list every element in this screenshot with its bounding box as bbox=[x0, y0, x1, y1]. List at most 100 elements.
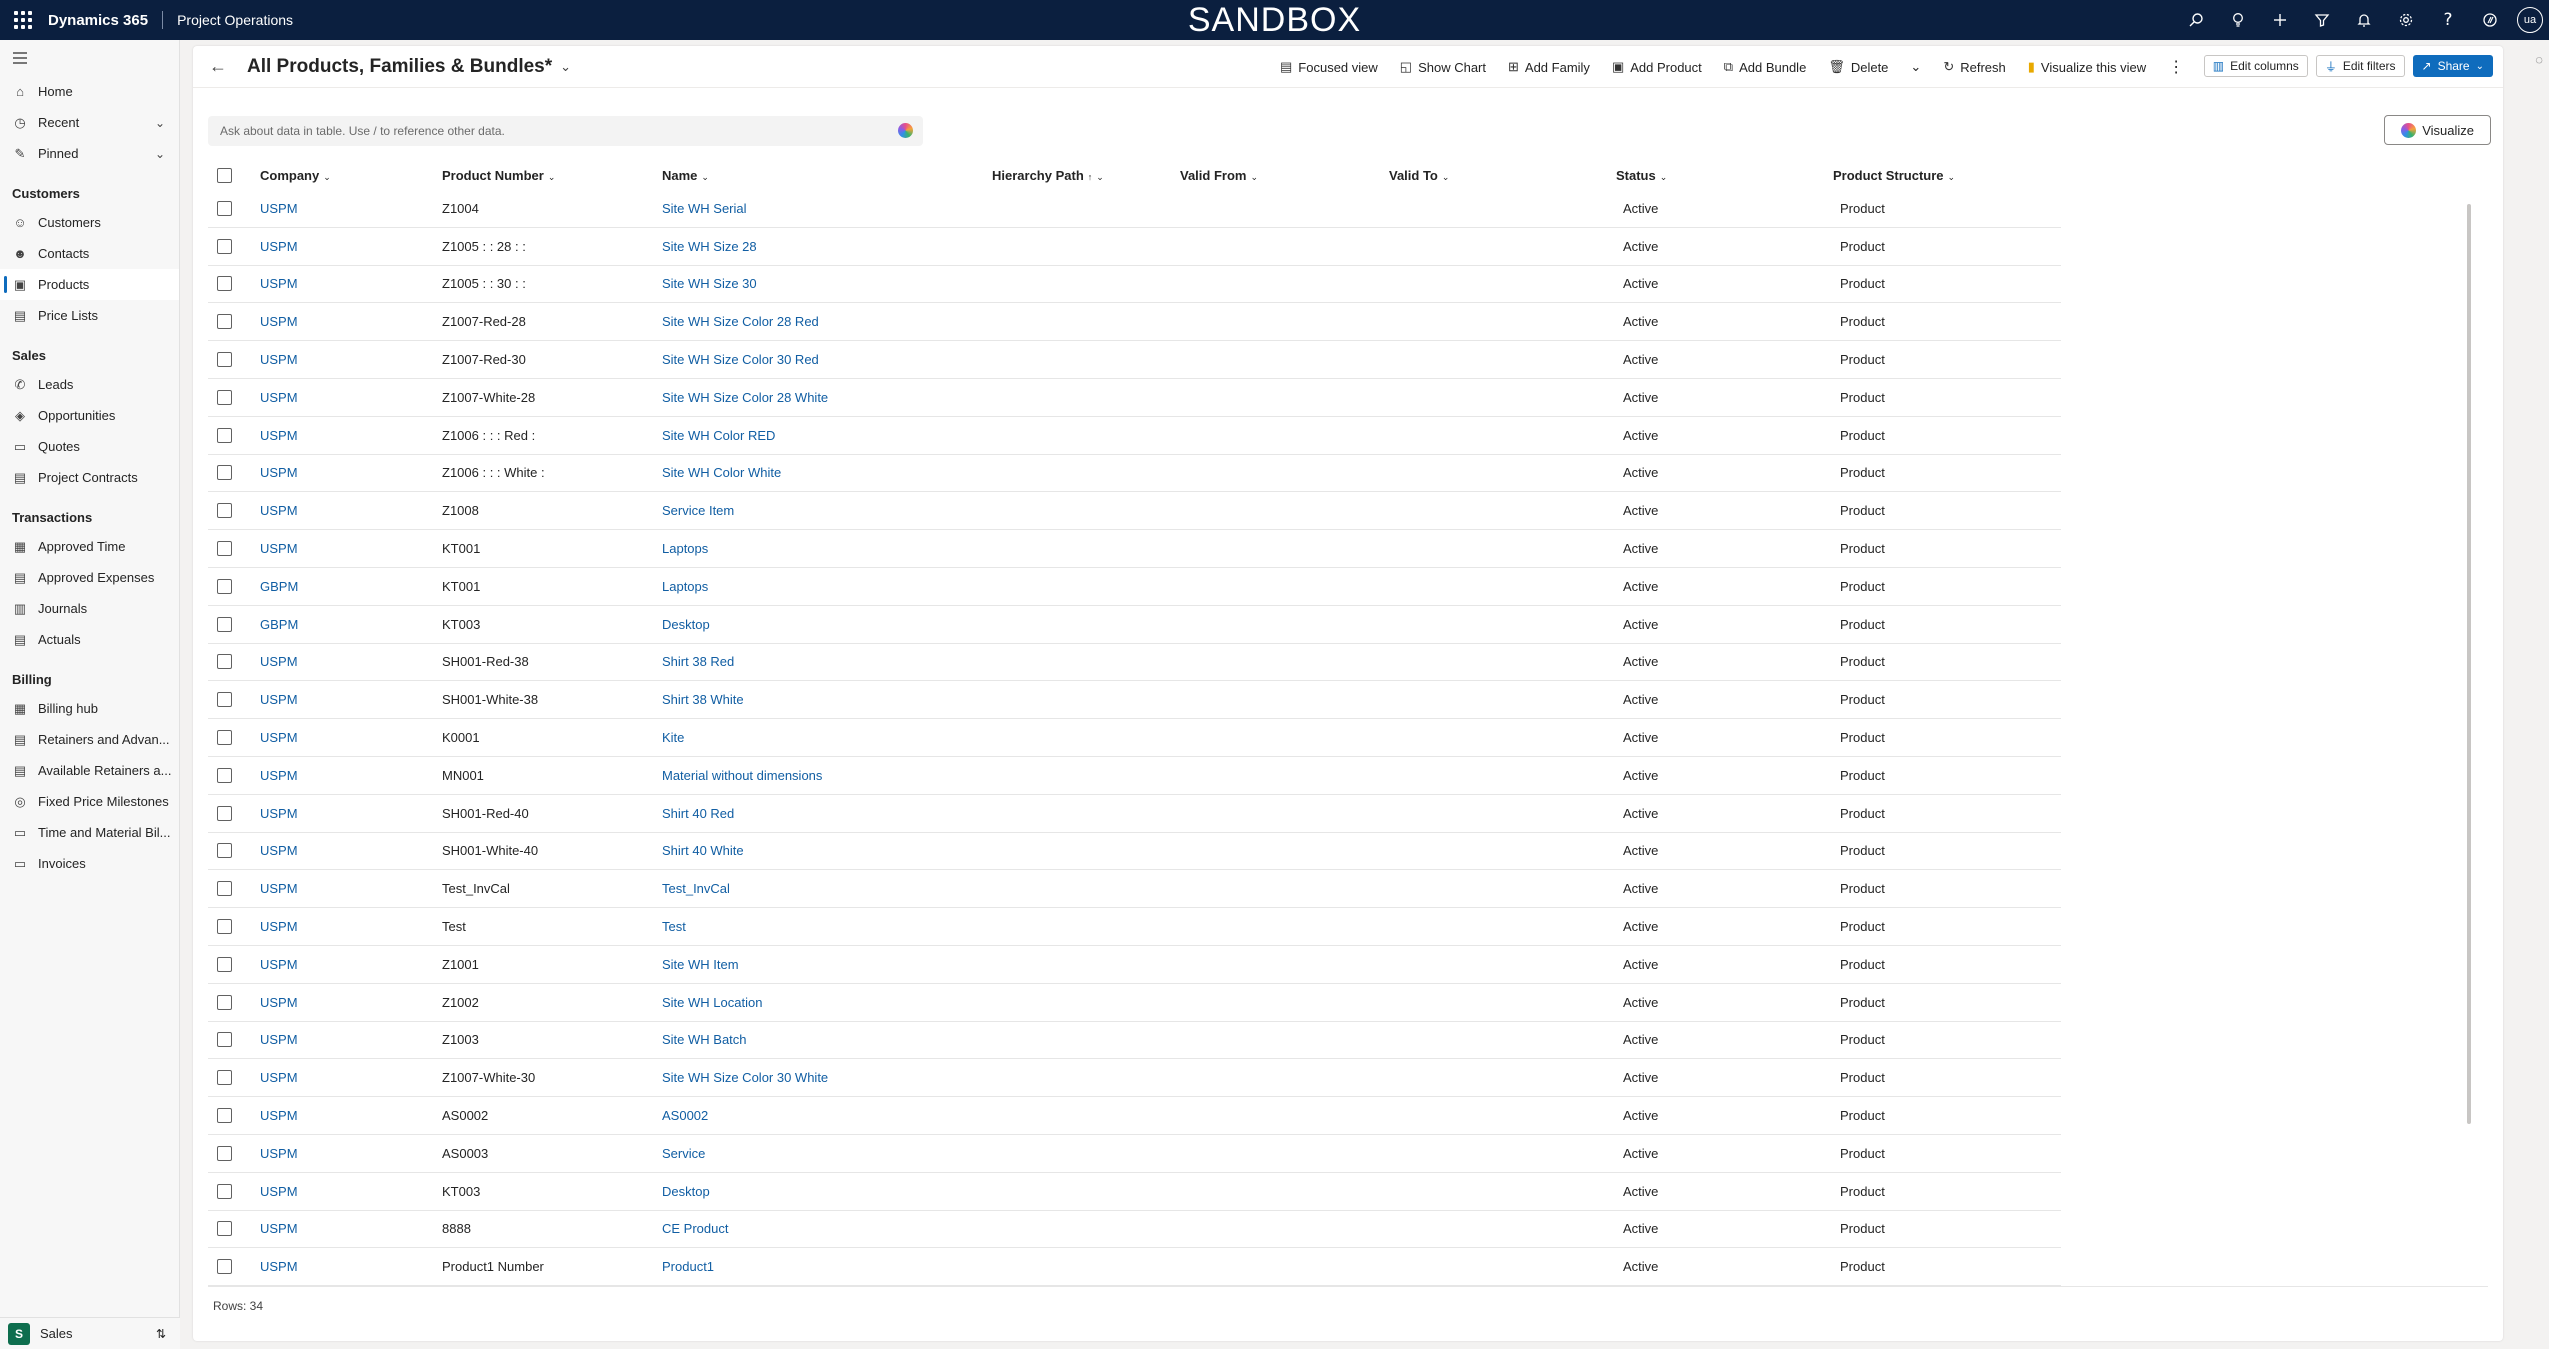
company-link[interactable]: USPM bbox=[260, 1108, 298, 1123]
table-row[interactable]: USPM Z1001 Site WH Item Active Product bbox=[208, 946, 2061, 984]
company-link[interactable]: USPM bbox=[260, 390, 298, 405]
product-name-link[interactable]: Site WH Size Color 30 Red bbox=[662, 352, 819, 367]
table-row[interactable]: USPM Z1004 Site WH Serial Active Product bbox=[208, 190, 2061, 228]
company-link[interactable]: USPM bbox=[260, 806, 298, 821]
row-checkbox[interactable] bbox=[217, 238, 232, 254]
table-row[interactable]: USPM Z1002 Site WH Location Active Product bbox=[208, 984, 2061, 1022]
product-name-link[interactable]: Shirt 40 Red bbox=[662, 806, 734, 821]
table-row[interactable]: USPM SH001-Red-38 Shirt 38 Red Active Produc… bbox=[208, 644, 2061, 682]
company-link[interactable]: USPM bbox=[260, 881, 298, 896]
edit-columns-button[interactable]: ▥ Edit columns bbox=[2203, 55, 2308, 77]
product-name-link[interactable]: Shirt 40 White bbox=[662, 843, 744, 858]
table-row[interactable]: USPM Z1006 : : : White : Site WH Color Whi… bbox=[208, 455, 2061, 493]
column-header-product-structure[interactable]: Product Structure ⌄ bbox=[1833, 168, 1955, 183]
bell-icon[interactable] bbox=[2343, 0, 2385, 40]
row-checkbox[interactable] bbox=[217, 1221, 232, 1237]
product-name-link[interactable]: Shirt 38 White bbox=[662, 692, 744, 707]
row-checkbox[interactable] bbox=[217, 352, 232, 368]
add-bundle-button[interactable]: ⧉ Add Bundle bbox=[1724, 59, 1807, 75]
add-family-button[interactable]: ⊞ Add Family bbox=[1508, 59, 1590, 75]
row-checkbox[interactable] bbox=[217, 465, 232, 481]
more-commands-icon[interactable]: ⋮ bbox=[2168, 57, 2184, 77]
row-checkbox[interactable] bbox=[217, 881, 232, 897]
select-all-checkbox[interactable] bbox=[217, 167, 232, 183]
table-row[interactable]: USPM Z1003 Site WH Batch Active Product bbox=[208, 1022, 2061, 1060]
table-row[interactable]: USPM AS0002 AS0002 Active Product bbox=[208, 1097, 2061, 1135]
table-row[interactable]: USPM Z1006 : : : Red : Site WH Color RED Ac… bbox=[208, 417, 2061, 455]
row-checkbox[interactable] bbox=[217, 919, 232, 935]
table-row[interactable]: USPM SH001-Red-40 Shirt 40 Red Active Produc… bbox=[208, 795, 2061, 833]
lightbulb-icon[interactable] bbox=[2217, 0, 2259, 40]
table-row[interactable]: USPM Z1007-Red-30 Site WH Size Color 30 Re… bbox=[208, 341, 2061, 379]
company-link[interactable]: USPM bbox=[260, 541, 298, 556]
chevron-down-icon[interactable]: ⌄ bbox=[155, 147, 165, 161]
product-name-link[interactable]: AS0002 bbox=[662, 1108, 708, 1123]
brand-name[interactable]: Dynamics 365 bbox=[48, 12, 148, 29]
company-link[interactable]: GBPM bbox=[260, 617, 298, 632]
product-name-link[interactable]: Laptops bbox=[662, 541, 708, 556]
company-link[interactable]: USPM bbox=[260, 730, 298, 745]
product-name-link[interactable]: Laptops bbox=[662, 579, 708, 594]
company-link[interactable]: USPM bbox=[260, 465, 298, 480]
company-link[interactable]: USPM bbox=[260, 201, 298, 216]
settings-icon[interactable] bbox=[2385, 0, 2427, 40]
table-row[interactable]: USPM Z1007-White-28 Site WH Size Color 28 … bbox=[208, 379, 2061, 417]
table-row[interactable]: GBPM KT003 Desktop Active Product bbox=[208, 606, 2061, 644]
table-row[interactable]: USPM KT001 Laptops Active Product bbox=[208, 530, 2061, 568]
row-checkbox[interactable] bbox=[217, 654, 232, 670]
column-header-company[interactable]: Company ⌄ bbox=[260, 168, 331, 183]
column-header-name[interactable]: Name ⌄ bbox=[662, 168, 709, 183]
search-icon[interactable] bbox=[2175, 0, 2217, 40]
product-name-link[interactable]: Site WH Size 30 bbox=[662, 276, 757, 291]
ask-copilot-input[interactable]: Ask about data in table. Use / to refere… bbox=[208, 116, 923, 146]
row-checkbox[interactable] bbox=[217, 276, 232, 292]
visualize-view-button[interactable]: ▮ Visualize this view bbox=[2028, 59, 2146, 75]
edit-filters-button[interactable]: ⏚ Edit filters bbox=[2315, 55, 2405, 77]
product-name-link[interactable]: Site WH Location bbox=[662, 995, 762, 1010]
product-name-link[interactable]: Site WH Item bbox=[662, 957, 739, 972]
product-name-link[interactable]: Desktop bbox=[662, 617, 710, 632]
row-checkbox[interactable] bbox=[217, 1070, 232, 1086]
company-link[interactable]: USPM bbox=[260, 1221, 298, 1236]
sidebar-item-approved-expenses[interactable]: ▤ Approved Expenses bbox=[0, 562, 179, 593]
product-name-link[interactable]: Material without dimensions bbox=[662, 768, 822, 783]
company-link[interactable]: USPM bbox=[260, 1070, 298, 1085]
company-link[interactable]: USPM bbox=[260, 957, 298, 972]
delete-button[interactable]: 🗑 Delete bbox=[1828, 59, 1888, 75]
company-link[interactable]: USPM bbox=[260, 1032, 298, 1047]
view-title[interactable]: All Products, Families & Bundles* bbox=[247, 56, 552, 78]
area-switcher[interactable]: S Sales ⇅ bbox=[0, 1317, 180, 1349]
row-checkbox[interactable] bbox=[217, 1145, 232, 1161]
visualize-button[interactable]: Visualize bbox=[2384, 115, 2491, 145]
product-name-link[interactable]: Site WH Serial bbox=[662, 201, 747, 216]
sidebar-item-opportunities[interactable]: ◈ Opportunities bbox=[0, 400, 179, 431]
product-name-link[interactable]: Desktop bbox=[662, 1184, 710, 1199]
table-row[interactable]: USPM Z1007-White-30 Site WH Size Color 30 … bbox=[208, 1059, 2061, 1098]
sidebar-item-leads[interactable]: ✆ Leads bbox=[0, 369, 179, 400]
row-checkbox[interactable] bbox=[217, 578, 232, 594]
product-name-link[interactable]: Service bbox=[662, 1146, 705, 1161]
table-row[interactable]: USPM MN001 Material without dimensions Acti… bbox=[208, 757, 2061, 795]
table-row[interactable]: USPM Product1 Number Product1 Active Product bbox=[208, 1248, 2061, 1287]
company-link[interactable]: USPM bbox=[260, 919, 298, 934]
company-link[interactable]: GBPM bbox=[260, 579, 298, 594]
company-link[interactable]: USPM bbox=[260, 654, 298, 669]
row-checkbox[interactable] bbox=[217, 843, 232, 859]
focused-view-button[interactable]: ▤ Focused view bbox=[1280, 59, 1378, 75]
row-checkbox[interactable] bbox=[217, 200, 232, 216]
sidebar-item-retainers[interactable]: ▤ Retainers and Advan... bbox=[0, 724, 179, 755]
company-link[interactable]: USPM bbox=[260, 995, 298, 1010]
sidebar-item-available-retainers[interactable]: ▤ Available Retainers a... bbox=[0, 755, 179, 786]
product-name-link[interactable]: Kite bbox=[662, 730, 684, 745]
share-button[interactable]: ↗ Share ⌄ bbox=[2412, 55, 2493, 77]
sidebar-item-quotes[interactable]: ▭ Quotes bbox=[0, 431, 179, 462]
row-checkbox[interactable] bbox=[217, 730, 232, 746]
company-link[interactable]: USPM bbox=[260, 428, 298, 443]
column-header-valid-to[interactable]: Valid To ⌄ bbox=[1389, 168, 1449, 183]
sidebar-item-contacts[interactable]: ☻ Contacts bbox=[0, 238, 179, 269]
row-checkbox[interactable] bbox=[217, 692, 232, 708]
product-name-link[interactable]: Product1 bbox=[662, 1259, 714, 1274]
sidebar-item-home[interactable]: ⌂ Home bbox=[0, 76, 179, 107]
vertical-scrollbar[interactable] bbox=[2467, 204, 2471, 1124]
sidebar-item-billing-hub[interactable]: ▦ Billing hub bbox=[0, 693, 179, 724]
